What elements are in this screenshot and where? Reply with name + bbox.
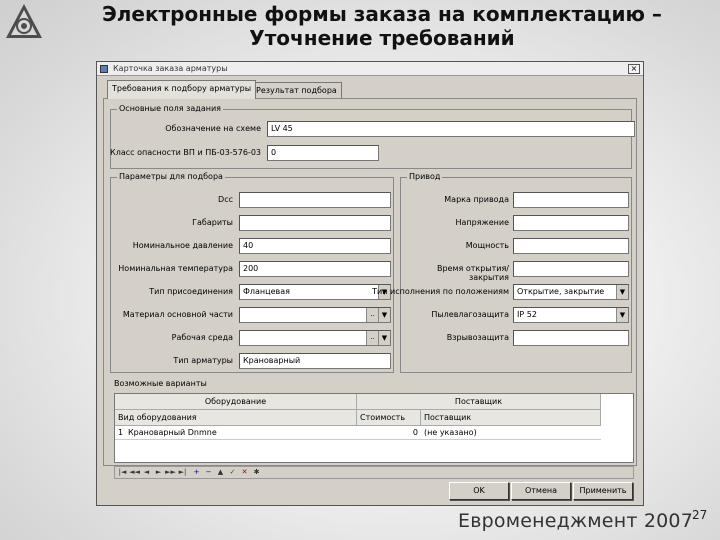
open-close-time-label: Время открытия/закрытия (436, 264, 509, 282)
working-medium-label: Рабочая среда (171, 333, 233, 342)
slide-title: Электронные формы заказа на комплектацию… (44, 2, 720, 50)
nominal-temperature-label: Номинальная температура (118, 264, 233, 273)
voltage-label: Напряжение (455, 218, 509, 227)
nominal-temperature-input[interactable]: 200 (239, 261, 391, 277)
row-equipment-name: Крановарный Dnmne (125, 426, 357, 440)
grid-header-supplier: Поставщик (357, 394, 601, 410)
basic-group-label: Основные поля задания (117, 104, 223, 113)
delete-record-icon[interactable]: − (203, 468, 214, 478)
window-app-icon (100, 65, 108, 73)
first-record-icon[interactable]: |◄ (117, 468, 128, 478)
hazard-class-input[interactable]: 0 (267, 145, 379, 161)
window-close-button[interactable]: × (628, 64, 640, 74)
ok-button[interactable]: OK (449, 482, 509, 500)
company-logo-icon (6, 4, 42, 38)
params-group-label: Параметры для подбора (117, 172, 225, 181)
dimensions-input[interactable] (239, 215, 391, 231)
tab-result[interactable]: Результат подбора (251, 82, 342, 98)
voltage-input[interactable] (513, 215, 629, 231)
power-label: Мощность (465, 241, 509, 250)
valve-type-input[interactable]: Крановарный (239, 353, 391, 369)
material-label: Материал основной части (122, 310, 233, 319)
grid-col-cost[interactable]: Стоимость (357, 410, 421, 426)
variants-grid: Оборудование Поставщик Вид оборудования … (114, 393, 634, 463)
chevron-down-icon[interactable]: ▼ (378, 308, 390, 322)
drive-brand-label: Марка привода (444, 195, 509, 204)
nominal-pressure-label: Номинальное давление (132, 241, 233, 250)
working-medium-select[interactable]: .. ▼ (239, 330, 391, 346)
row-supplier: (не указано) (421, 426, 601, 440)
tab-label: Результат подбора (256, 86, 337, 95)
execution-type-select[interactable]: Открытие, закрытие ▼ (513, 284, 629, 300)
prev-record-icon[interactable]: ◄ (141, 468, 152, 478)
nominal-pressure-input[interactable]: 40 (239, 238, 391, 254)
connection-type-label: Тип присоединения (149, 287, 233, 296)
slide-footer: Евроменеджмент 2007 (458, 510, 693, 532)
next-page-icon[interactable]: ►► (165, 468, 176, 478)
table-row[interactable]: 1 Крановарный Dnmne 0 (не указано) (115, 426, 601, 440)
cancel-button[interactable]: Отмена (511, 482, 571, 500)
post-record-icon[interactable]: ✓ (227, 468, 238, 478)
explosion-protection-label: Взрывозащита (446, 333, 509, 342)
scheme-designation-input[interactable]: LV 45 (267, 121, 635, 137)
slide-title-line1: Электронные формы заказа на комплектацию… (102, 2, 662, 26)
material-select[interactable]: .. ▼ (239, 307, 391, 323)
tab-label: Требования к подбору арматуры (112, 84, 252, 93)
cancel-record-icon[interactable]: ✕ (239, 468, 250, 478)
last-record-icon[interactable]: ►| (177, 468, 188, 478)
apply-button[interactable]: Применить (573, 482, 633, 500)
execution-type-label: Тип исполнения по положениям (372, 287, 509, 296)
ellipsis-icon[interactable]: .. (366, 308, 378, 322)
order-card-window: Карточка заказа арматуры × Требования к … (96, 61, 644, 506)
grid-col-name[interactable]: Вид оборудования (115, 410, 357, 426)
requirements-panel: Основные поля задания Обозначение на схе… (103, 98, 637, 479)
prev-page-icon[interactable]: ◄◄ (129, 468, 140, 478)
slide-title-line2: Уточнение требований (249, 26, 515, 50)
drive-group: Привод Марка привода Напряжение Мощность… (372, 172, 632, 373)
grid-header-equipment: Оборудование (115, 394, 357, 410)
ellipsis-icon[interactable]: .. (366, 331, 378, 345)
dn-label: Dcc (218, 195, 233, 204)
add-record-icon[interactable]: + (191, 468, 202, 478)
window-titlebar[interactable]: Карточка заказа арматуры × (97, 62, 643, 76)
selection-params-group: Параметры для подбора Dcc Габариты Номин… (110, 172, 394, 373)
connection-type-select[interactable]: Фланцевая ▼ (239, 284, 391, 300)
page-number: 27 (692, 508, 708, 522)
tab-requirements[interactable]: Требования к подбору арматуры (107, 80, 257, 99)
variants-group-label: Возможные варианты (112, 379, 209, 388)
chevron-down-icon[interactable]: ▼ (378, 331, 390, 345)
valve-type-label: Тип арматуры (173, 356, 233, 365)
dust-protection-label: Пылевлагозащита (431, 310, 509, 319)
chevron-down-icon[interactable]: ▼ (616, 308, 628, 322)
dust-protection-select[interactable]: IP 52 ▼ (513, 307, 629, 323)
dn-input[interactable] (239, 192, 391, 208)
next-record-icon[interactable]: ► (153, 468, 164, 478)
drive-brand-input[interactable] (513, 192, 629, 208)
grid-navigator: |◄ ◄◄ ◄ ► ►► ►| + − ▲ ✓ ✕ ✱ (114, 466, 634, 479)
dimensions-label: Габариты (192, 218, 233, 227)
row-cost: 0 (357, 426, 421, 440)
edit-record-icon[interactable]: ▲ (215, 468, 226, 478)
scheme-designation-label: Обозначение на схеме (165, 124, 261, 133)
power-input[interactable] (513, 238, 629, 254)
explosion-protection-input[interactable] (513, 330, 629, 346)
refresh-icon[interactable]: ✱ (251, 468, 262, 478)
basic-fields-group: Основные поля задания Обозначение на схе… (110, 104, 635, 169)
hazard-class-label: Класс опасности ВП и ПБ-03-576-03 (110, 148, 261, 157)
chevron-down-icon[interactable]: ▼ (616, 285, 628, 299)
drive-group-label: Привод (407, 172, 443, 181)
open-close-time-input[interactable] (513, 261, 629, 277)
window-title: Карточка заказа арматуры (113, 64, 228, 73)
variants-group: Возможные варианты Оборудование Поставщи… (110, 379, 634, 483)
grid-col-supplier[interactable]: Поставщик (421, 410, 601, 426)
